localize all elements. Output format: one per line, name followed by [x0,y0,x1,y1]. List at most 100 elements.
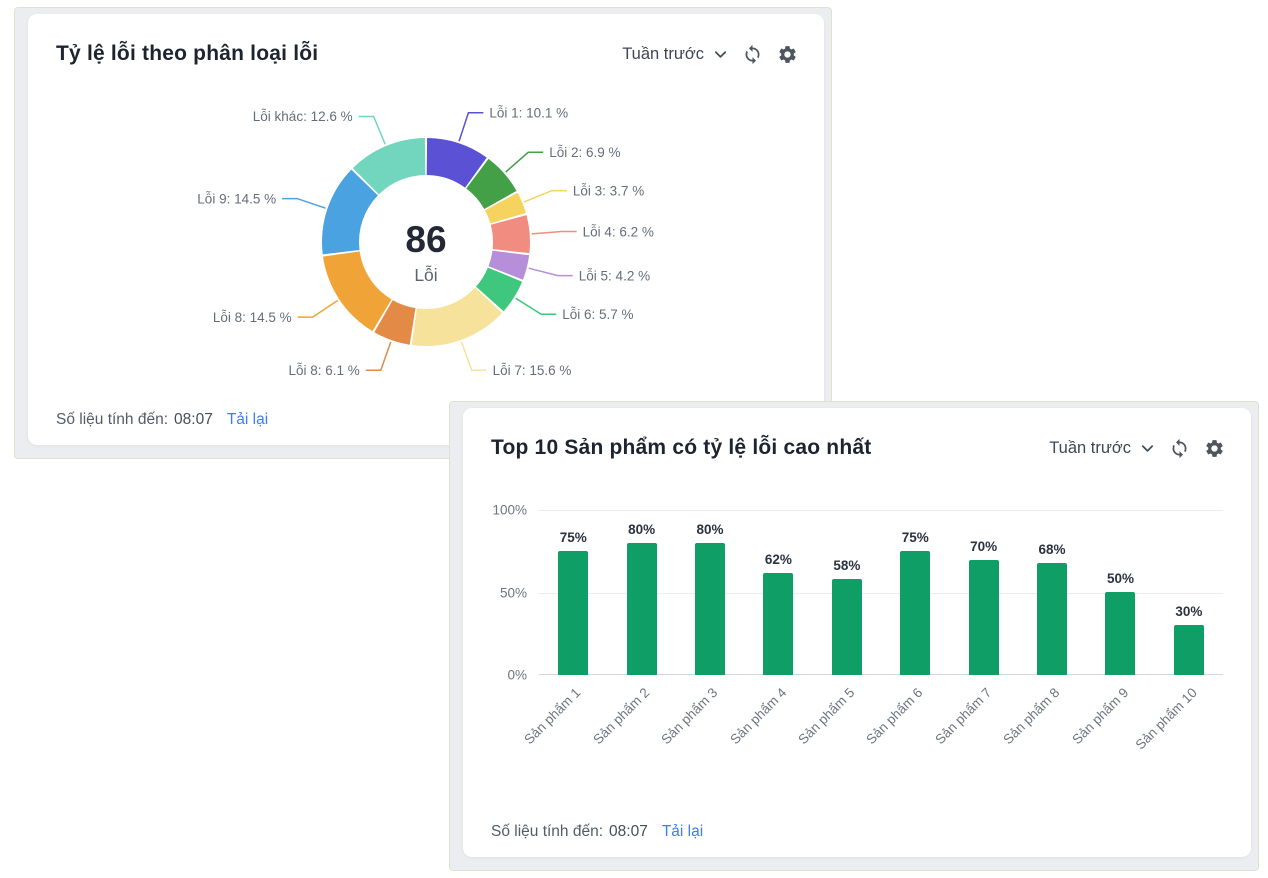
bar-column: 75% [539,510,607,675]
footer-updated-label: Số liệu tính đến: [56,411,168,429]
bar-value-label: 80% [697,522,724,537]
y-axis: 100% 50% 0% [491,510,539,675]
segment-leader-line [282,199,325,209]
bar[interactable] [695,543,725,675]
segment-label: Lỗi 8: 14.5 % [213,310,292,325]
segment-leader-line [532,232,577,234]
segment-leader-line [359,117,386,145]
bar-value-label: 75% [560,530,587,545]
bar[interactable] [969,560,999,675]
segment-label: Lỗi 1: 10.1 % [489,106,568,121]
bar-card-header: Top 10 Sản phẩm có tỷ lệ lỗi cao nhất Tu… [463,408,1251,460]
settings-button[interactable] [777,44,798,65]
x-axis-column: Sản phẩm 8 [1018,675,1086,777]
bar-value-label: 70% [970,539,997,554]
bar-value-label: 50% [1107,571,1134,586]
y-tick-0: 0% [507,668,527,683]
bar-value-label: 68% [1039,542,1066,557]
bar-card-footer: Số liệu tính đến: 08:07 Tải lại [491,823,703,841]
bar[interactable] [558,551,588,675]
x-axis-label: Sản phẩm 1 [522,685,584,747]
refresh-button[interactable] [1169,438,1190,459]
donut-chart: Lỗi 1: 10.1 % Lỗi 2: 6.9 % Lỗi 3: 3.7 % Lỗi… [46,80,806,396]
donut-center-label: Lỗi [414,264,437,285]
x-axis-column: Sản phẩm 1 [539,675,607,777]
bar-value-label: 30% [1175,604,1202,619]
bar-column: 70% [949,510,1017,675]
x-axis-column: Sản phẩm 9 [1086,675,1154,777]
donut-widget-frame: Tỷ lệ lỗi theo phân loại lỗi Tuần trước [14,7,832,459]
bar-value-label: 58% [833,558,860,573]
bar[interactable] [900,551,930,675]
x-axis-column: Sản phẩm 6 [881,675,949,777]
bar-column: 58% [813,510,881,675]
bar-value-label: 75% [902,530,929,545]
segment-label: Lỗi 9: 14.5 % [197,191,276,206]
donut-card-footer: Số liệu tính đến: 08:07 Tải lại [56,411,268,429]
donut-card-header: Tỷ lệ lỗi theo phân loại lỗi Tuần trước [28,14,824,66]
bar[interactable] [763,573,793,675]
segment-leader-line [529,268,573,275]
segment-leader-line [506,152,544,172]
donut-center-value: 86 [405,219,446,260]
x-axis-column: Sản phẩm 2 [607,675,675,777]
chevron-down-icon [713,47,728,62]
gear-icon [777,44,798,65]
refresh-icon [1169,438,1190,459]
card-controls: Tuần trước [622,44,798,65]
segment-label: Lỗi 5: 4.2 % [579,268,650,283]
bar-card: Top 10 Sản phẩm có tỷ lệ lỗi cao nhất Tu… [463,408,1251,857]
bar-value-label: 62% [765,552,792,567]
segment-label: Lỗi 3: 3.7 % [573,183,644,198]
reload-link[interactable]: Tải lại [227,411,268,429]
segment-leader-line [366,342,391,370]
segment-label: Lỗi 4: 6.2 % [583,224,654,239]
chevron-down-icon [1140,441,1155,456]
reload-link[interactable]: Tải lại [662,823,703,841]
card-title: Tỷ lệ lỗi theo phân loại lỗi [56,42,318,66]
period-select-value: Tuần trước [1049,439,1131,458]
card-controls: Tuần trước [1049,438,1225,459]
y-tick-100: 100% [492,503,527,518]
segment-label: Lỗi 2: 6.9 % [549,145,620,160]
bar-column: 75% [881,510,949,675]
refresh-button[interactable] [742,44,763,65]
bar[interactable] [1037,563,1067,675]
x-axis-column: Sản phẩm 3 [676,675,744,777]
bar-widget-frame: Top 10 Sản phẩm có tỷ lệ lỗi cao nhất Tu… [449,401,1259,871]
x-axis-column: Sản phẩm 5 [813,675,881,777]
x-axis-column: Sản phẩm 7 [949,675,1017,777]
bar-column: 62% [744,510,812,675]
x-axis-column: Sản phẩm 4 [744,675,812,777]
bar-column: 80% [607,510,675,675]
segment-label: Lỗi 6: 5.7 % [562,307,633,322]
period-select[interactable]: Tuần trước [1049,439,1155,458]
donut-card: Tỷ lệ lỗi theo phân loại lỗi Tuần trước [28,14,824,445]
period-select-value: Tuần trước [622,45,704,64]
segment-leader-line [298,301,338,318]
footer-updated-time: 08:07 [174,411,213,429]
bars-group: 75% 80% 80% 62% 58% 75% 70% 68% 50% 30% [539,510,1223,675]
gear-icon [1204,438,1225,459]
bar-column: 68% [1018,510,1086,675]
x-axis: Sản phẩm 1Sản phẩm 2Sản phẩm 3Sản phẩm 4… [463,675,1251,777]
bar[interactable] [1105,592,1135,675]
bar-column: 30% [1155,510,1223,675]
segment-leader-line [462,342,487,370]
bar-value-label: 80% [628,522,655,537]
segment-label: Lỗi khác: 12.6 % [253,109,353,124]
segment-leader-line [524,191,567,202]
footer-updated-label: Số liệu tính đến: [491,823,603,841]
period-select[interactable]: Tuần trước [622,45,728,64]
bar[interactable] [1174,625,1204,675]
bar[interactable] [627,543,657,675]
footer-updated-time: 08:07 [609,823,648,841]
settings-button[interactable] [1204,438,1225,459]
bar-column: 50% [1086,510,1154,675]
segment-label: Lỗi 7: 15.6 % [493,363,572,378]
bar[interactable] [832,579,862,675]
segment-leader-line [516,298,556,314]
plot-area: 75% 80% 80% 62% 58% 75% 70% 68% 50% 30% [539,510,1223,675]
donut-segment[interactable] [323,251,391,331]
y-tick-50: 50% [500,585,527,600]
